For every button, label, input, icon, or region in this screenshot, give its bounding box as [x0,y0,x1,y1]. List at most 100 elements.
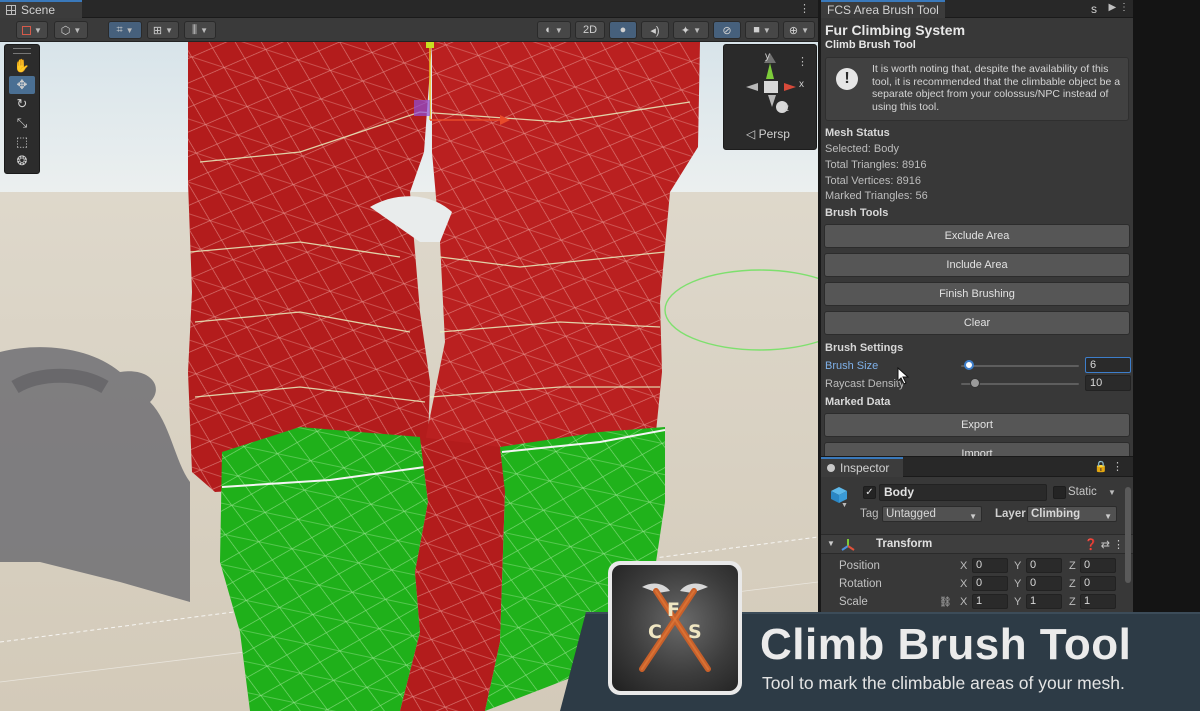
vertex-snap-button[interactable]: ⫼ ▼ [184,21,216,39]
scale-tool-icon[interactable]: ⤡ [9,114,35,132]
plugin-title: Fur Climbing System [825,22,966,38]
exclude-area-button[interactable]: Exclude Area [824,224,1130,248]
effects-icon: ✦ [680,24,691,37]
scale-y-field[interactable]: 1 [1026,594,1062,609]
transform-component-header[interactable]: ▼ Transform ❓⇄⋮ [821,534,1133,554]
include-area-button[interactable]: Include Area [824,253,1130,277]
scene-tab[interactable]: Scene [0,0,82,18]
plugin-subtitle: Climb Brush Tool [825,39,916,51]
inspector-tab[interactable]: Inspector [821,457,903,477]
tools-overlay: ✋ ✥ ↻ ⤡ ⬚ ❂ [4,44,40,174]
position-x-label: X [960,560,968,572]
chevron-down-icon: ▼ [200,25,208,35]
effects-button[interactable]: ✦ ▼ [673,21,709,39]
chevron-down-icon: ▼ [34,25,42,35]
link-icon[interactable]: ⛓ [939,597,952,608]
scene-grid-icon [6,5,16,15]
help-text: It is worth noting that, despite the ava… [872,63,1121,113]
component-menu-icons[interactable]: ❓⇄⋮ [1084,538,1127,551]
layer-label: Layer [995,508,1026,520]
export-button[interactable]: Export [824,413,1130,437]
hidden-objects-toggle[interactable]: ⊘ [713,21,741,39]
grid-snap-icon: ⌗ [116,23,123,36]
scene-tab-label: Scene [21,3,56,17]
transform-tool-icon[interactable]: ❂ [9,152,35,170]
hand-tool-icon[interactable]: ✋ [9,57,35,75]
rotation-z-field[interactable]: 0 [1080,576,1116,591]
tag-label: Tag [860,508,879,520]
position-z-field[interactable]: 0 [1080,558,1116,573]
chevron-down-icon: ▼ [73,25,82,35]
rotation-x-label: X [960,578,968,590]
scene-toolbar: ▼ ⬡ ▼ ⌗ ▼ ⊞ ▼ ⫼ ▼ ◐ ▼ 2D ● ◂) ✦ ▼ ⊘ ■ ▼ ⊕ ▼ [0,18,818,42]
lighting-toggle[interactable]: ● [609,21,637,39]
gizmo-y-handle[interactable] [426,42,434,48]
brush-size-slider[interactable] [961,365,1079,367]
rotation-y-field[interactable]: 0 [1026,576,1062,591]
raycast-density-field[interactable]: 10 [1085,375,1131,391]
scene-more-icon[interactable]: ⋮ [799,2,810,15]
brush-size-field[interactable]: 6 [1085,357,1131,373]
icon-dropdown-icon[interactable]: ▼ [841,502,848,509]
audio-toggle[interactable]: ◂) [641,21,669,39]
clear-button[interactable]: Clear [824,311,1130,335]
lock-icon[interactable]: 🔒⋮ [1094,460,1127,473]
static-checkbox[interactable] [1053,486,1066,499]
gizmo-icon: ⊕ [788,24,799,37]
projection-toggle[interactable]: ◁ Persp [746,127,790,141]
tab-scroll-icon[interactable]: ▶ ⋮ [1109,2,1129,13]
draw-mode-button[interactable]: ▼ [16,21,48,39]
move-tool-icon[interactable]: ✥ [9,76,35,94]
import-button[interactable]: Import [824,442,1130,456]
chevron-down-icon: ▼ [165,25,174,35]
warning-icon: ! [836,68,858,90]
camera-button[interactable]: ■ ▼ [745,21,779,39]
logo-emblem: F C S [612,565,738,691]
scale-z-field[interactable]: 1 [1080,594,1116,609]
logo-letter-s: S [688,621,702,643]
overlay-grip[interactable] [13,48,31,54]
chevron-down-icon[interactable]: ▼ [1108,488,1116,497]
mesh-marked-area-left-wire [220,427,428,711]
speaker-icon: ◂) [650,24,660,37]
brush-settings-header: Brush Settings [825,342,904,354]
rotation-label: Rotation [839,578,882,590]
mesh-status-header: Mesh Status [825,127,890,139]
info-icon [827,464,835,472]
orientation-gizmo[interactable]: ⋮ y x z ◁ Persp [723,44,817,150]
brush-tool-tab[interactable]: FCS Area Brush Tool [821,0,945,18]
brush-tabbar: FCS Area Brush Tool s ▶ ⋮ [821,0,1133,18]
ruler-icon: ⫼ [192,23,198,36]
object-name-field[interactable]: Body [879,484,1047,501]
position-y-label: Y [1014,560,1022,572]
scale-x-field[interactable]: 1 [972,594,1008,609]
tag-dropdown[interactable]: Untagged ▼ [882,506,982,522]
brush-size-slider-handle[interactable] [964,360,975,370]
mode-2d-button[interactable]: 2D [575,21,605,39]
chevron-down-icon: ▼ [1104,512,1112,521]
gizmos-button[interactable]: ⊕ ▼ [783,21,815,39]
position-x-field[interactable]: 0 [972,558,1008,573]
layer-dropdown[interactable]: Climbing ▼ [1027,506,1117,522]
gizmo-y-label: y [765,51,770,62]
fcs-logo: F C S [608,561,742,695]
foldout-arrow-icon[interactable]: ▼ [827,539,835,548]
chevron-down-icon: ▼ [969,512,977,521]
grid-snap-button[interactable]: ⌗ ▼ [108,21,142,39]
shading-button[interactable]: ⬡ ▼ [54,21,88,39]
gizmo-plane-handle[interactable] [414,100,430,116]
raycast-density-slider-handle[interactable] [970,378,981,388]
second-tab[interactable]: s [1091,2,1097,16]
position-y-field[interactable]: 0 [1026,558,1062,573]
increment-snap-button[interactable]: ⊞ ▼ [147,21,179,39]
finish-brushing-button[interactable]: Finish Brushing [824,282,1130,306]
rect-tool-icon[interactable]: ⬚ [9,133,35,151]
draw-overlay-button[interactable]: ◐ ▼ [537,21,571,39]
rotation-x-field[interactable]: 0 [972,576,1008,591]
gizmo-x-label: x [799,79,804,90]
rotate-tool-icon[interactable]: ↻ [9,95,35,113]
raycast-density-label: Raycast Density [825,378,905,390]
active-checkbox[interactable]: ✓ [863,486,876,499]
logo-letter-f: F [667,599,680,621]
inspector-scrollbar[interactable] [1125,487,1131,583]
